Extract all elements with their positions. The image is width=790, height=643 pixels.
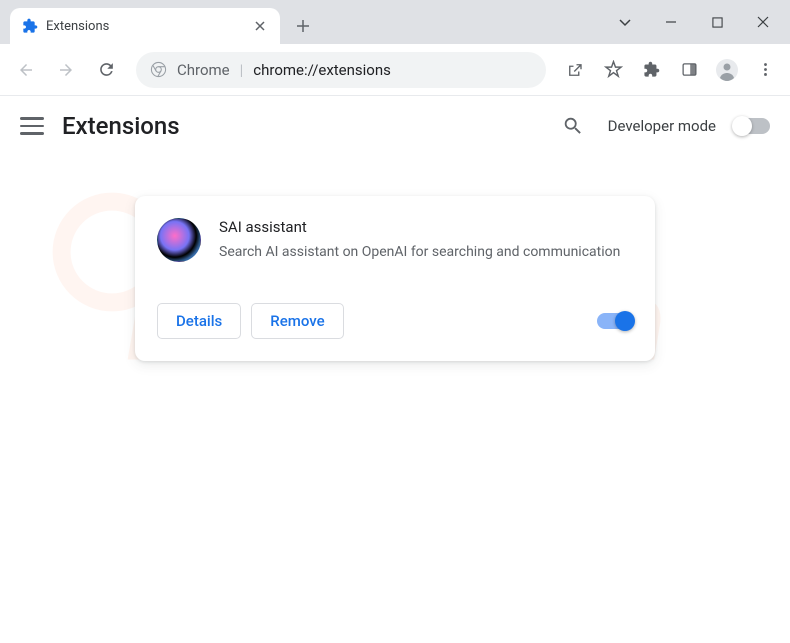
sidepanel-icon [681,61,698,78]
search-icon [562,115,584,137]
extension-description: Search AI assistant on OpenAI for search… [219,242,633,263]
arrow-right-icon [57,61,75,79]
plus-icon [296,19,310,33]
profile-button[interactable] [710,53,744,87]
extension-icon [157,218,201,262]
details-button[interactable]: Details [157,303,241,339]
browser-titlebar: Extensions [0,0,790,44]
bookmark-button[interactable] [596,53,630,87]
close-icon [255,21,265,31]
page-title: Extensions [62,112,180,140]
omnibox-label: Chrome [177,61,230,79]
remove-button[interactable]: Remove [251,303,343,339]
maximize-icon [712,17,723,28]
window-controls [602,0,790,44]
developer-mode-toggle[interactable] [734,118,770,134]
minimize-icon [665,16,677,28]
omnibox-divider: | [240,61,244,79]
browser-tab[interactable]: Extensions [10,8,280,44]
reload-button[interactable] [88,52,124,88]
extension-name: SAI assistant [219,218,633,236]
new-tab-button[interactable] [288,11,318,41]
extensions-header: Extensions Developer mode [0,96,790,156]
star-icon [604,60,623,79]
search-extensions-button[interactable] [556,109,590,143]
tab-close-button[interactable] [252,18,268,34]
extensions-list: SAI assistant Search AI assistant on Ope… [0,156,790,401]
share-icon [566,61,584,79]
chrome-icon [150,61,167,78]
omnibox-url: chrome://extensions [253,61,391,79]
avatar-icon [715,58,739,82]
share-button[interactable] [558,53,592,87]
window-minimize-button[interactable] [648,0,694,44]
developer-mode-label: Developer mode [608,117,716,135]
extensions-button[interactable] [634,53,668,87]
window-down-button[interactable] [602,0,648,44]
reload-icon [97,60,116,79]
chevron-down-icon [618,15,632,29]
tab-title: Extensions [46,19,109,34]
menu-button[interactable] [748,53,782,87]
puzzle-icon [643,61,660,78]
forward-button[interactable] [48,52,84,88]
sidepanel-button[interactable] [672,53,706,87]
close-icon [757,16,769,28]
extension-enable-toggle[interactable] [597,313,633,329]
address-bar[interactable]: Chrome | chrome://extensions [136,52,546,88]
window-close-button[interactable] [740,0,786,44]
back-button[interactable] [8,52,44,88]
extension-card: SAI assistant Search AI assistant on Ope… [135,196,655,361]
dots-vertical-icon [757,61,774,78]
browser-toolbar: Chrome | chrome://extensions [0,44,790,96]
hamburger-menu-button[interactable] [20,114,44,138]
window-maximize-button[interactable] [694,0,740,44]
puzzle-icon [22,18,38,34]
arrow-left-icon [17,61,35,79]
